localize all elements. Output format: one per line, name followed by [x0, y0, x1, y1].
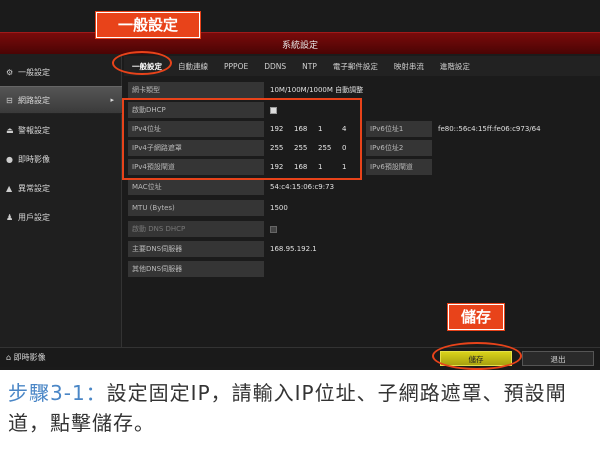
- tab-pppoe[interactable]: PPPOE: [216, 62, 256, 71]
- tab-bar: 一般設定 自動連線 PPPOE DDNS NTP 電子郵件設定 映射串流 進階設…: [124, 56, 600, 76]
- gear-icon: ⚙: [6, 67, 14, 77]
- sidebar-item-network[interactable]: ⊟ 網路設定 ▸: [0, 86, 122, 114]
- instruction-caption: 步驟3-1：設定固定IP，請輸入IP位址、子網路遮罩、預設閘道，點擊儲存。: [8, 378, 592, 438]
- mtu-input[interactable]: 1500: [266, 200, 586, 216]
- ipv6-address1-value: fe80::56c4:15ff:fe06:c973/64: [438, 125, 541, 133]
- sidebar-item-label: 異常設定: [18, 183, 50, 193]
- row-nic-type: 網卡類型 10M/100M/1000M 自動調整: [124, 82, 594, 99]
- row-dns-dhcp: 啟動 DNS DHCP: [124, 221, 594, 238]
- sidebar-item-label: 網路設定: [18, 95, 50, 105]
- ipv6-gateway-value: [434, 159, 594, 175]
- sidebar-item-general[interactable]: ⚙ 一般設定: [0, 58, 122, 86]
- sidebar-item-label: 一般設定: [18, 67, 50, 77]
- sidebar-item-label: 警報設定: [18, 125, 50, 135]
- ipv6-gateway-label: IPv6預設閘道: [366, 159, 432, 175]
- mac-label: MAC位址: [128, 179, 264, 195]
- dns2-input[interactable]: [266, 261, 586, 277]
- row-mac: MAC位址 54:c4:15:06:c9:73: [124, 179, 594, 196]
- tab-email[interactable]: 電子郵件設定: [325, 61, 386, 72]
- sidebar-item-user[interactable]: ♟ 用戶設定: [0, 203, 122, 231]
- window-title: 系統設定: [281, 41, 318, 51]
- callout-general-settings: 一般設定: [96, 12, 200, 38]
- window-titlebar: 系統設定: [0, 32, 600, 54]
- camera-icon: ●: [6, 154, 13, 164]
- mac-value: 54:c4:15:06:c9:73: [270, 183, 335, 191]
- callout-save: 儲存: [448, 304, 504, 330]
- sidebar-item-label: 即時影像: [18, 154, 50, 164]
- ipv6-address2-value: [434, 140, 594, 156]
- dns2-label: 其他DNS伺服器: [128, 261, 264, 277]
- dvr-settings-window: 系統設定 ⚙ 一般設定 ⊟ 網路設定 ▸ ⏏ 警報設定 ● 即時影像 ▲ 異常設…: [0, 0, 600, 370]
- dns-dhcp-cell: [266, 221, 366, 237]
- sidebar-item-exception[interactable]: ▲ 異常設定: [0, 174, 122, 202]
- network-icon: ⊟: [6, 95, 13, 105]
- row-dns2: 其他DNS伺服器: [124, 261, 594, 278]
- nic-type-label: 網卡類型: [128, 82, 264, 98]
- row-mtu: MTU (Bytes) 1500: [124, 200, 594, 217]
- highlight-save-button: [432, 342, 522, 370]
- bell-icon: ⏏: [6, 125, 14, 135]
- dns1-input[interactable]: 168.95.192.1: [266, 241, 586, 257]
- tab-advanced[interactable]: 進階設定: [432, 61, 478, 72]
- step-label: 步驟3-1：: [8, 381, 107, 405]
- dns1-label: 主要DNS伺服器: [128, 241, 264, 257]
- live-view-button[interactable]: ⌂ 即時影像: [6, 352, 46, 363]
- back-button[interactable]: 退出: [522, 351, 594, 366]
- tab-stream-mapping[interactable]: 映射串流: [386, 61, 432, 72]
- mtu-label: MTU (Bytes): [128, 200, 264, 216]
- nic-type-select[interactable]: 10M/100M/1000M 自動調整: [266, 82, 586, 98]
- ipv6-address1-label: IPv6位址1: [366, 121, 432, 137]
- home-icon: ⌂: [6, 353, 12, 362]
- highlight-ip-fields: [122, 98, 362, 180]
- sidebar-item-live[interactable]: ● 即時影像: [0, 145, 122, 173]
- tab-ddns[interactable]: DDNS: [256, 62, 294, 71]
- ipv6-address2-label: IPv6位址2: [366, 140, 432, 156]
- dns-dhcp-checkbox[interactable]: [270, 225, 277, 233]
- dns-dhcp-label: 啟動 DNS DHCP: [128, 221, 264, 237]
- warning-icon: ▲: [6, 183, 13, 193]
- live-view-label: 即時影像: [13, 353, 46, 362]
- highlight-general-tab: [112, 51, 172, 75]
- sidebar: ⚙ 一般設定 ⊟ 網路設定 ▸ ⏏ 警報設定 ● 即時影像 ▲ 異常設定 ♟ 用…: [0, 54, 122, 354]
- tab-auto-connect[interactable]: 自動連線: [170, 61, 216, 72]
- tab-ntp[interactable]: NTP: [294, 62, 325, 71]
- chevron-right-icon: ▸: [110, 96, 114, 104]
- sidebar-item-label: 用戶設定: [18, 212, 50, 222]
- row-dns1: 主要DNS伺服器 168.95.192.1: [124, 241, 594, 258]
- sidebar-item-alarm[interactable]: ⏏ 警報設定: [0, 116, 122, 144]
- user-icon: ♟: [6, 212, 14, 222]
